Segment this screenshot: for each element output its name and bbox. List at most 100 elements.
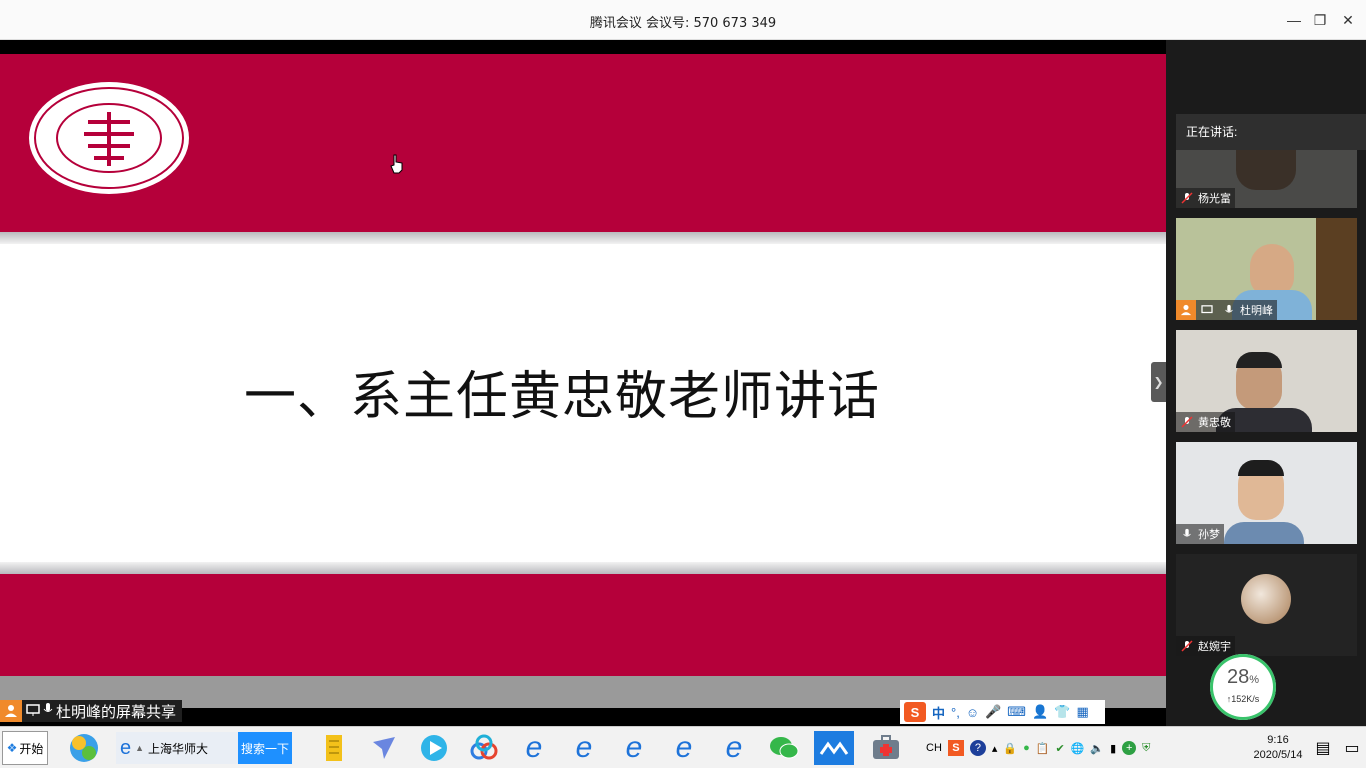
media-player-icon[interactable] [414, 731, 454, 765]
participant-name: 赵婉宇 [1198, 641, 1231, 653]
search-button[interactable]: 搜索一下 [238, 732, 292, 764]
clock[interactable]: 9:16 2020/5/14 [1246, 733, 1310, 763]
signal-icon[interactable]: ▮ [1110, 742, 1116, 755]
participant-tile-du[interactable]: 杜明峰 [1176, 218, 1357, 320]
system-tray: CH S ? ▴ 🔒 ● 📋 ✔ 🌐 🔈 ▮ + ⛨ [926, 731, 1150, 765]
emoji-icon[interactable]: ☺ [966, 705, 979, 720]
participant-background [1316, 218, 1357, 320]
screen-share-owner: 杜明峰的屏幕共享 [56, 703, 177, 721]
university-logo [29, 82, 189, 194]
shield-icon[interactable]: ⛨ [1142, 742, 1150, 755]
sogou-icon[interactable]: S [947, 740, 964, 756]
chevron-up-icon[interactable]: ▴ [992, 742, 998, 755]
slide-heading: 一、系主任黄忠敬老师讲话 [244, 367, 881, 427]
plus-icon[interactable]: + [1122, 741, 1137, 755]
mic-icon [43, 702, 53, 720]
ie-address-text: 上海华师大 [148, 741, 209, 756]
tencent-meeting-icon[interactable] [814, 731, 854, 765]
security-icon[interactable]: ✔ [1055, 742, 1064, 755]
mic-muted-icon [1180, 191, 1194, 205]
help-icon[interactable]: ? [969, 740, 986, 756]
file-manager-icon[interactable] [314, 731, 354, 765]
wechat-tray-icon[interactable]: ● [1023, 742, 1030, 754]
collapse-panel-button[interactable]: ❯ [1151, 362, 1166, 402]
shared-screen-slide: 一、系主任黄忠敬老师讲话 [0, 54, 1166, 676]
ie-icon[interactable]: e [614, 731, 654, 765]
network-percent: 28% [1210, 666, 1276, 689]
taskbar: ❖ 开始 e ▲ 上海华师大 搜索一下 e e e e e CH S ? ▴ 🔒… [0, 726, 1366, 768]
user-icon[interactable]: 👤 [1032, 704, 1048, 720]
participant-hair [1238, 460, 1284, 476]
participant-name: 杨光富 [1198, 193, 1231, 205]
start-button[interactable]: ❖ 开始 [2, 731, 48, 765]
ie-icon[interactable]: e [664, 731, 704, 765]
clipboard-icon[interactable]: 📋 [1036, 742, 1050, 755]
participant-tile-huang[interactable]: 黄忠敬 [1176, 330, 1357, 432]
restore-icon[interactable]: ❐ [1310, 10, 1330, 30]
mic-muted-icon [1180, 415, 1194, 429]
participant-name-tag: 杨光富 [1176, 188, 1235, 208]
ie-icon[interactable]: e [514, 731, 554, 765]
user-icon [1176, 300, 1196, 320]
participant-tile-yang[interactable]: 杨光富 [1176, 150, 1357, 208]
360-browser-icon[interactable] [64, 731, 104, 765]
windows-icon: ❖ [6, 741, 18, 755]
participant-name-tag: 杜明峰 [1176, 300, 1277, 320]
participant-name-tag: 孙梦 [1176, 524, 1224, 544]
language-indicator[interactable]: CH [926, 742, 942, 754]
baidu-netdisk-icon[interactable] [464, 731, 504, 765]
clock-date: 2020/5/14 [1253, 749, 1303, 761]
participant-tile-sun[interactable]: 孙梦 [1176, 442, 1357, 544]
ie-icon[interactable]: e [564, 731, 604, 765]
window-titlebar: 腾讯会议 会议号: 570 673 349 — ❐ ✕ [0, 0, 1366, 40]
speaking-indicator: 正在讲话: [1176, 114, 1366, 150]
ime-mode[interactable]: 中 [932, 703, 945, 722]
minimize-icon[interactable]: — [1284, 10, 1304, 30]
network-speed: ↑152K/s [1226, 694, 1260, 704]
slide-bottom-band [0, 574, 1166, 676]
network-speed-widget[interactable]: 28% ↑152K/s [1210, 654, 1276, 720]
user-icon [0, 700, 22, 722]
ime-toolbar: S 中 °, ☺ 🎤 ⌨ 👤 👕 ▦ [900, 700, 1105, 724]
network-percent-unit: % [1249, 674, 1260, 686]
grid-icon[interactable]: ▦ [1076, 704, 1088, 720]
screen-share-icon [26, 703, 40, 720]
screen-share-label: 杜明峰的屏幕共享 [0, 700, 183, 722]
mic-icon [1180, 527, 1194, 541]
ie-icon[interactable]: e [714, 731, 754, 765]
show-desktop-icon[interactable]: ▭ [1340, 731, 1364, 765]
sogou-icon[interactable]: S [904, 702, 926, 722]
ime-punct[interactable]: °, [951, 705, 960, 720]
hand-cursor-icon [390, 154, 403, 174]
action-center-icon[interactable]: ▤ [1310, 731, 1336, 765]
shirt-icon[interactable]: 👕 [1054, 704, 1070, 720]
participant-video [1236, 150, 1296, 190]
keyboard-icon[interactable]: ⌨ [1007, 704, 1026, 720]
feishu-icon[interactable] [364, 731, 404, 765]
lock-icon[interactable]: 🔒 [1003, 742, 1017, 755]
participant-name: 杜明峰 [1240, 305, 1273, 317]
participant-tile-zhao[interactable]: 赵婉宇 [1176, 554, 1357, 656]
ie-icon: e [120, 736, 132, 759]
volume-icon[interactable]: 🔈 [1090, 742, 1104, 755]
voice-icon[interactable]: 🎤 [985, 704, 1001, 720]
mic-icon [1222, 303, 1236, 317]
clock-time: 9:16 [1267, 734, 1289, 746]
participant-name-tag: 赵婉宇 [1176, 636, 1235, 656]
network-percent-value: 28 [1226, 666, 1250, 688]
screen-share-icon [1200, 303, 1214, 317]
participant-shirt [1224, 522, 1304, 544]
participant-hair [1236, 352, 1282, 368]
slide-top-divider [0, 232, 1166, 244]
participant-name-tag: 黄忠敬 [1176, 412, 1235, 432]
close-icon[interactable]: ✕ [1338, 10, 1358, 30]
participant-name: 黄忠敬 [1198, 417, 1231, 429]
participant-video [1250, 244, 1294, 296]
speaking-label: 正在讲话: [1186, 125, 1238, 139]
network-icon[interactable]: 🌐 [1071, 742, 1085, 755]
dropdown-icon: ▲ [135, 743, 145, 753]
avatar [1241, 574, 1291, 624]
mic-muted-icon [1180, 639, 1194, 653]
medical-kit-icon[interactable] [866, 731, 906, 765]
wechat-icon[interactable] [764, 731, 804, 765]
